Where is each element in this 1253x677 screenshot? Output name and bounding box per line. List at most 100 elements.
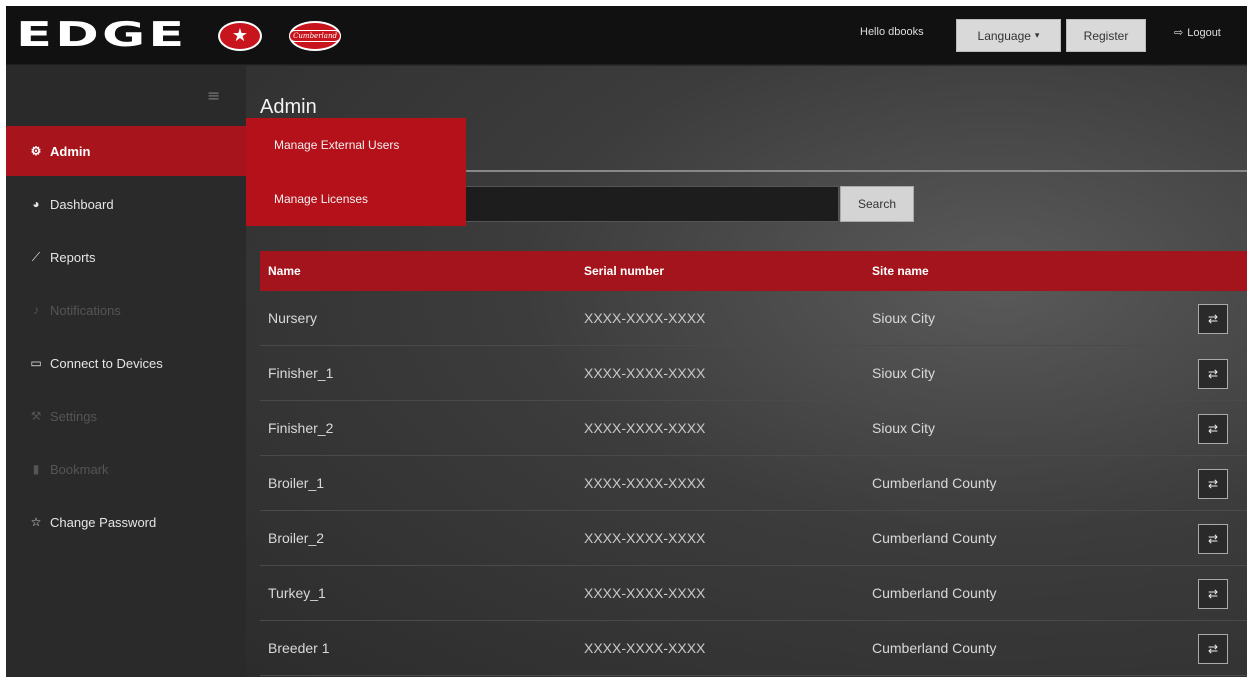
sidebar-item-label: Notifications: [50, 302, 121, 318]
cumberland-logo-text: Cumberland: [289, 30, 341, 42]
transfer-icon: ⇄: [1207, 477, 1219, 491]
row-site: Sioux City: [872, 420, 936, 436]
sidebar: ≡ ⚙ Admin ◕ Dashboard ⟋ Reports ♪ Notifi…: [6, 66, 246, 677]
menu-item-label: Manage External Users: [274, 138, 400, 152]
main-content: Admin Search Manage External Users Manag…: [246, 66, 1247, 677]
sidebar-item-settings[interactable]: ⚒ Settings: [6, 391, 246, 441]
table-row[interactable]: Finisher_1 XXXX-XXXX-XXXX Sioux City ⇄: [260, 346, 1247, 401]
row-serial: XXXX-XXXX-XXXX: [584, 640, 706, 656]
row-name: Finisher_1: [268, 365, 334, 381]
transfer-button[interactable]: ⇄: [1198, 579, 1228, 609]
sidebar-item-label: Admin: [50, 143, 91, 159]
menu-item-manage-external-users[interactable]: Manage External Users: [246, 118, 466, 172]
row-site: Sioux City: [872, 365, 936, 381]
sidebar-item-label: Dashboard: [50, 196, 114, 212]
table-row[interactable]: Turkey_1 XXXX-XXXX-XXXX Cumberland Count…: [260, 566, 1247, 621]
admin-dropdown-menu: Manage External Users Manage Licenses: [246, 118, 466, 226]
table-row[interactable]: Broiler_2 XXXX-XXXX-XXXX Cumberland Coun…: [260, 511, 1247, 566]
row-serial: XXXX-XXXX-XXXX: [584, 585, 706, 601]
row-name: Broiler_1: [268, 475, 325, 491]
transfer-icon: ⇄: [1207, 367, 1219, 381]
sidebar-item-notifications[interactable]: ♪ Notifications: [6, 285, 246, 335]
sidebar-item-label: Change Password: [50, 514, 157, 530]
sidebar-item-admin[interactable]: ⚙ Admin: [6, 126, 246, 176]
sidebar-item-reports[interactable]: ⟋ Reports: [6, 232, 246, 282]
search-input[interactable]: [464, 186, 839, 222]
column-header-name[interactable]: Name: [268, 264, 301, 278]
star-icon: ☆: [30, 515, 42, 529]
language-label: Language: [977, 28, 1031, 43]
devices-table: Name Serial number Site name Nursery XXX…: [260, 251, 1247, 676]
register-button[interactable]: Register: [1066, 19, 1146, 52]
row-site: Sioux City: [872, 310, 936, 326]
register-label: Register: [1083, 28, 1129, 43]
transfer-icon: ⇄: [1207, 422, 1219, 436]
search-button-label: Search: [857, 197, 897, 211]
keyboard-icon: ▭: [30, 356, 42, 370]
row-name: Broiler_2: [268, 530, 325, 546]
transfer-icon: ⇄: [1207, 532, 1219, 546]
row-serial: XXXX-XXXX-XXXX: [584, 365, 706, 381]
page-title: Admin: [260, 96, 317, 118]
app-window: EDGE ★ Cumberland Hello dbooks Language …: [6, 6, 1247, 677]
row-serial: XXXX-XXXX-XXXX: [584, 530, 706, 546]
menu-item-manage-licenses[interactable]: Manage Licenses: [246, 172, 466, 226]
row-serial: XXXX-XXXX-XXXX: [584, 420, 706, 436]
transfer-button[interactable]: ⇄: [1198, 524, 1228, 554]
language-button[interactable]: Language ▾: [956, 19, 1061, 52]
bookmark-icon: ▮: [32, 462, 40, 476]
menu-item-label: Manage Licenses: [274, 192, 369, 206]
transfer-icon: ⇄: [1207, 587, 1219, 601]
transfer-button[interactable]: ⇄: [1198, 634, 1228, 664]
logout-link[interactable]: ⇨ Logout: [1174, 26, 1221, 40]
table-row[interactable]: Breeder 1 XXXX-XXXX-XXXX Cumberland Coun…: [260, 621, 1247, 676]
row-name: Finisher_2: [268, 420, 334, 436]
transfer-button[interactable]: ⇄: [1198, 414, 1228, 444]
column-header-serial-number[interactable]: Serial number: [584, 264, 664, 278]
transfer-button[interactable]: ⇄: [1198, 469, 1228, 499]
user-greeting: Hello dbooks: [860, 26, 924, 38]
row-site: Cumberland County: [872, 475, 997, 491]
transfer-button[interactable]: ⇄: [1198, 359, 1228, 389]
logo-text: EDGE: [16, 15, 188, 55]
transfer-button[interactable]: ⇄: [1198, 304, 1228, 334]
sidebar-item-dashboard[interactable]: ◕ Dashboard: [6, 179, 246, 229]
top-bar: EDGE ★ Cumberland Hello dbooks Language …: [6, 6, 1247, 65]
gear-icon: ⚙: [30, 144, 42, 158]
bell-icon: ♪: [33, 303, 39, 317]
table-row[interactable]: Finisher_2 XXXX-XXXX-XXXX Sioux City ⇄: [260, 401, 1247, 456]
sidebar-item-label: Connect to Devices: [50, 355, 163, 371]
transfer-icon: ⇄: [1207, 312, 1219, 326]
sidebar-item-label: Bookmark: [50, 461, 109, 477]
logout-label: Logout: [1187, 26, 1221, 39]
column-header-site-name[interactable]: Site name: [872, 264, 929, 278]
row-site: Cumberland County: [872, 640, 997, 656]
sidebar-item-label: Settings: [50, 408, 97, 424]
cumberland-badge-logo: Cumberland: [289, 21, 341, 51]
logout-icon: ⇨: [1174, 27, 1184, 39]
sidebar-item-change-password[interactable]: ☆ Change Password: [6, 497, 246, 547]
chart-icon: ⟋: [31, 249, 41, 264]
sidebar-item-bookmark[interactable]: ▮ Bookmark: [6, 444, 246, 494]
edge-logo[interactable]: EDGE: [16, 18, 184, 52]
wrench-icon: ⚒: [30, 409, 42, 423]
row-serial: XXXX-XXXX-XXXX: [584, 310, 706, 326]
caret-down-icon: ▾: [1034, 30, 1040, 40]
star-badge-logo: ★: [218, 21, 262, 51]
star-icon: ★: [231, 25, 249, 46]
table-header: Name Serial number Site name: [260, 251, 1247, 291]
row-serial: XXXX-XXXX-XXXX: [584, 475, 706, 491]
sidebar-item-connect-to-devices[interactable]: ▭ Connect to Devices: [6, 338, 246, 388]
row-site: Cumberland County: [872, 585, 997, 601]
row-name: Turkey_1: [268, 585, 326, 601]
dashboard-icon: ◕: [32, 197, 40, 211]
transfer-icon: ⇄: [1207, 642, 1219, 656]
row-site: Cumberland County: [872, 530, 997, 546]
table-row[interactable]: Broiler_1 XXXX-XXXX-XXXX Cumberland Coun…: [260, 456, 1247, 511]
row-name: Breeder 1: [268, 640, 330, 656]
sidebar-item-label: Reports: [50, 249, 96, 265]
hamburger-menu-icon[interactable]: ≡: [207, 88, 220, 104]
row-name: Nursery: [268, 310, 318, 326]
search-button[interactable]: Search: [840, 186, 914, 222]
table-row[interactable]: Nursery XXXX-XXXX-XXXX Sioux City ⇄: [260, 291, 1247, 346]
